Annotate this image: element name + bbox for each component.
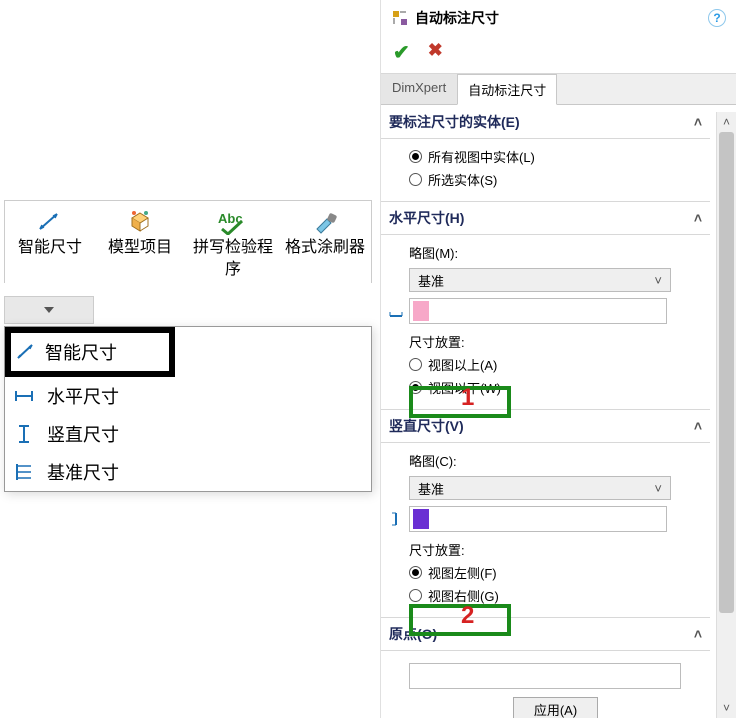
menu-item-smart-dimension[interactable]: 智能尺寸 (5, 327, 175, 377)
section-origin-header[interactable]: 原点(O) ˄ (381, 618, 710, 651)
vertical-scrollbar[interactable]: ˄ ˅ (716, 112, 736, 718)
horizontal-dimension-icon (13, 385, 35, 407)
chevron-down-icon: ˅ (654, 273, 662, 288)
panel-header: 自动标注尺寸 ? (381, 0, 736, 36)
section-horizontal-header[interactable]: 水平尺寸(H) ˄ (381, 202, 710, 235)
edge-select-icon (387, 510, 405, 528)
chevron-up-icon: ˄ (694, 418, 702, 434)
section-vertical-header[interactable]: 竖直尺寸(V) ˄ (381, 410, 710, 443)
radio-below-view[interactable]: 视图以下(W) (409, 376, 702, 399)
annotation-mark-1: 1 (461, 384, 474, 412)
menu-item-label: 竖直尺寸 (47, 421, 119, 447)
radio-selected-entities[interactable]: 所选实体(S) (409, 168, 702, 191)
placement-label: 尺寸放置: (409, 540, 465, 559)
menu-item-label: 智能尺寸 (45, 339, 117, 365)
menu-item-label: 基准尺寸 (47, 459, 119, 485)
placement-label: 尺寸放置: (409, 332, 465, 351)
model-items-label: 模型项目 (108, 237, 172, 259)
menu-item-vertical-dimension[interactable]: 竖直尺寸 (5, 415, 371, 453)
panel-tabs: DimXpert 自动标注尺寸 (381, 74, 736, 105)
color-swatch (413, 509, 429, 529)
radio-label: 所有视图中实体(L) (428, 147, 535, 166)
color-swatch (413, 301, 429, 321)
horizontal-edge-field[interactable] (409, 298, 667, 324)
format-painter-button[interactable]: 格式涂刷器 (281, 201, 369, 283)
menu-item-label: 水平尺寸 (47, 383, 119, 409)
scroll-down-icon[interactable]: ˅ (717, 698, 736, 718)
model-items-button[interactable]: 模型项目 (95, 201, 185, 283)
autodimension-icon (391, 9, 409, 27)
radio-label: 视图以上(A) (428, 355, 497, 374)
smart-dimension-dropdown-toggle[interactable] (4, 296, 94, 324)
scroll-thumb[interactable] (719, 132, 734, 613)
format-painter-label: 格式涂刷器 (285, 237, 365, 259)
spell-check-button[interactable]: Abc 拼写检验程序 (185, 201, 281, 283)
caret-down-icon (44, 307, 54, 313)
radio-left-of-view[interactable]: 视图左侧(F) (409, 561, 702, 584)
radio-icon (409, 566, 422, 579)
section-title: 原点(O) (389, 624, 437, 644)
smart-dimension-button[interactable]: 智能尺寸 (5, 201, 95, 283)
model-items-icon (126, 207, 154, 237)
radio-icon (409, 381, 422, 394)
radio-label: 视图左侧(F) (428, 563, 497, 582)
radio-all-entities[interactable]: 所有视图中实体(L) (409, 145, 702, 168)
horizontal-scheme-select[interactable]: 基准 ˅ (409, 268, 671, 292)
section-title: 水平尺寸(H) (389, 208, 464, 228)
chevron-down-icon: ˅ (654, 481, 662, 496)
scheme-label: 略图(M): (409, 243, 458, 262)
autodimension-panel: 自动标注尺寸 ? ✔ ✖ DimXpert 自动标注尺寸 要标注尺寸的实体(E)… (380, 0, 736, 718)
radio-icon (409, 358, 422, 371)
radio-icon (409, 173, 422, 186)
scheme-label: 略图(C): (409, 451, 457, 470)
chevron-up-icon: ˄ (694, 626, 702, 642)
menu-item-horizontal-dimension[interactable]: 水平尺寸 (5, 377, 371, 415)
origin-field[interactable] (409, 663, 681, 689)
apply-button[interactable]: 应用(A) (513, 697, 598, 718)
ok-button[interactable]: ✔ (393, 40, 410, 65)
baseline-dimension-icon (13, 461, 35, 483)
annotation-mark-2: 2 (461, 602, 474, 630)
help-icon[interactable]: ? (708, 9, 726, 27)
vertical-scheme-select[interactable]: 基准 ˅ (409, 476, 671, 500)
scroll-track[interactable] (717, 132, 736, 698)
spell-check-icon: Abc (216, 207, 250, 237)
spell-check-label: 拼写检验程序 (189, 237, 277, 281)
smart-dimension-icon (37, 207, 63, 237)
section-origin-body: 应用(A) (381, 651, 710, 718)
dimension-dropdown-menu: 智能尺寸 水平尺寸 竖直尺寸 基准尺寸 (4, 326, 372, 492)
section-horizontal-body: 略图(M): 基准 ˅ 尺寸放置: 视图以上(A) 视图以下(W) (381, 235, 710, 410)
confirm-row: ✔ ✖ (381, 36, 736, 74)
panel-title: 自动标注尺寸 (415, 8, 499, 28)
radio-above-view[interactable]: 视图以上(A) (409, 353, 702, 376)
section-entities-body: 所有视图中实体(L) 所选实体(S) (381, 139, 710, 202)
chevron-up-icon: ˄ (694, 114, 702, 130)
smart-dimension-label: 智能尺寸 (18, 237, 82, 259)
ribbon-toolbar: 智能尺寸 模型项目 Abc 拼写检验程序 格式涂刷器 (4, 200, 372, 283)
format-painter-icon (311, 207, 339, 237)
chevron-up-icon: ˄ (694, 210, 702, 226)
smart-dimension-icon (15, 341, 37, 363)
select-value: 基准 (418, 479, 444, 498)
radio-icon (409, 589, 422, 602)
section-title: 竖直尺寸(V) (389, 416, 464, 436)
radio-right-of-view[interactable]: 视图右侧(G) (409, 584, 702, 607)
tab-dimxpert[interactable]: DimXpert (381, 74, 457, 104)
radio-label: 所选实体(S) (428, 170, 497, 189)
select-value: 基准 (418, 271, 444, 290)
cancel-button[interactable]: ✖ (428, 40, 443, 65)
section-title: 要标注尺寸的实体(E) (389, 112, 520, 132)
tab-autodimension[interactable]: 自动标注尺寸 (457, 74, 557, 105)
panel-scroll-area: 要标注尺寸的实体(E) ˄ 所有视图中实体(L) 所选实体(S) 水平尺寸(H)… (381, 106, 710, 718)
scroll-up-icon[interactable]: ˄ (717, 112, 736, 132)
radio-icon (409, 150, 422, 163)
edge-select-icon (387, 302, 405, 320)
section-entities-header[interactable]: 要标注尺寸的实体(E) ˄ (381, 106, 710, 139)
menu-item-baseline-dimension[interactable]: 基准尺寸 (5, 453, 371, 491)
vertical-edge-field[interactable] (409, 506, 667, 532)
vertical-dimension-icon (13, 423, 35, 445)
section-vertical-body: 略图(C): 基准 ˅ 尺寸放置: 视图左侧(F) 视图右侧(G) (381, 443, 710, 618)
